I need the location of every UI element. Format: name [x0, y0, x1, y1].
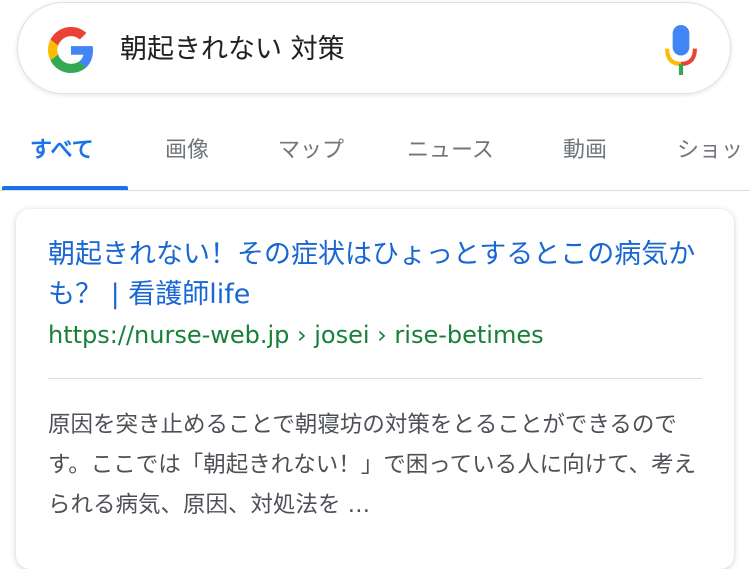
search-input[interactable]: 朝起きれない 対策: [120, 27, 345, 73]
tab-images[interactable]: 画像: [165, 132, 209, 164]
tab-videos[interactable]: 動画: [563, 132, 607, 164]
search-tabs: すべて 画像 マップ ニュース 動画 ショッ: [0, 120, 750, 192]
tab-all[interactable]: すべて: [30, 132, 94, 164]
tab-maps[interactable]: マップ: [278, 132, 344, 164]
search-bar[interactable]: 朝起きれない 対策: [17, 2, 731, 94]
tab-shopping[interactable]: ショッ: [677, 132, 743, 164]
tab-news[interactable]: ニュース: [407, 132, 494, 164]
result-snippet: 原因を突き止めることで朝寝坊の対策をとることができるのです。ここでは「朝起きれな…: [48, 412, 697, 518]
search-result-card: 朝起きれない！その症状はひょっとするとこの病気かも？ | 看護師life htt…: [16, 209, 734, 569]
tabs-divider: [0, 190, 750, 191]
card-divider: [48, 378, 702, 379]
microphone-icon[interactable]: [664, 25, 698, 75]
google-logo-icon[interactable]: [48, 27, 94, 73]
result-url[interactable]: https://nurse-web.jp › josei › rise-beti…: [48, 318, 544, 352]
result-title-link[interactable]: 朝起きれない！その症状はひょっとするとこの病気かも？ | 看護師life: [48, 235, 708, 315]
